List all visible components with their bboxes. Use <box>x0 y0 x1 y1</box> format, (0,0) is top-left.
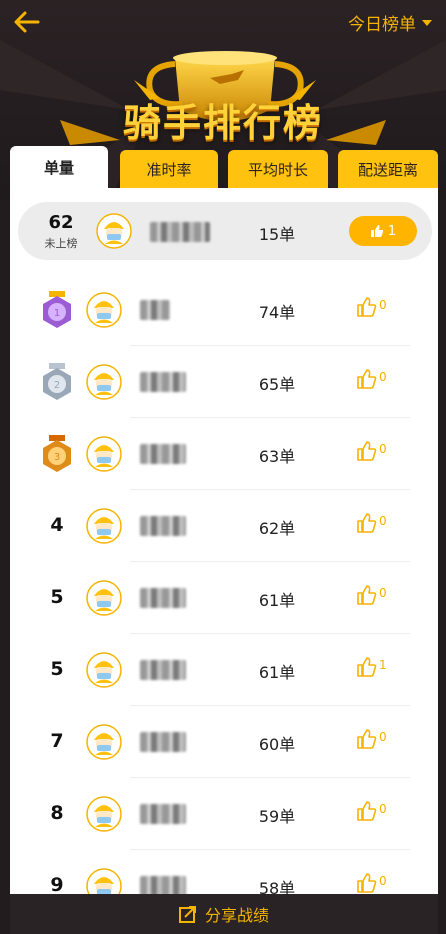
rank-row: 1 74单 0 <box>10 274 438 346</box>
like-count: 0 <box>379 802 387 816</box>
like-count: 0 <box>379 370 387 384</box>
thumbs-up-icon <box>357 297 377 317</box>
rider-name-redacted <box>150 222 210 242</box>
my-rank-row: 62 未上榜 15单 1 <box>18 202 432 260</box>
thumbs-up-icon <box>357 801 377 821</box>
rank-row: 8 59单 0 <box>10 778 438 850</box>
thumbs-up-icon <box>357 369 377 389</box>
medal-icon: 2 <box>43 363 71 400</box>
my-rank-status: 未上榜 <box>44 237 78 250</box>
order-count: 63单 <box>258 447 296 466</box>
order-count: 59单 <box>258 807 296 826</box>
order-count: 74单 <box>258 303 296 322</box>
avatar <box>86 724 122 760</box>
my-order-count: 15单 <box>258 225 296 244</box>
rank-row: 7 60单 0 <box>10 706 438 778</box>
rank-row: 4 62单 0 <box>10 490 438 562</box>
avatar <box>86 796 122 832</box>
back-arrow-icon[interactable] <box>12 8 42 36</box>
like-button[interactable]: 0 <box>356 368 387 390</box>
like-button[interactable]: 0 <box>356 296 387 318</box>
rider-name-redacted <box>140 516 186 536</box>
avatar <box>86 580 122 616</box>
rider-name-redacted <box>140 804 186 824</box>
like-button[interactable]: 0 <box>356 728 387 750</box>
rank-row: 5 61单 1 <box>10 634 438 706</box>
rider-name-redacted <box>140 372 186 392</box>
like-button[interactable]: 1 <box>349 216 417 246</box>
period-label: 今日榜单 <box>348 15 416 35</box>
tab-average-duration[interactable]: 平均时长 <box>228 150 328 188</box>
like-count: 0 <box>379 586 387 600</box>
order-count: 62单 <box>258 519 296 538</box>
avatar <box>96 213 132 249</box>
period-selector[interactable]: 今日榜单 <box>348 10 432 35</box>
like-count: 0 <box>379 298 387 312</box>
medal-icon: 1 <box>43 291 71 328</box>
rank-number: 5 <box>50 586 64 608</box>
thumbs-up-icon <box>357 441 377 461</box>
like-count: 0 <box>379 874 387 888</box>
rank-number: 7 <box>50 730 64 752</box>
rank-number: 9 <box>50 874 64 896</box>
tab-delivery-distance[interactable]: 配送距离 <box>338 150 438 188</box>
thumbs-up-icon <box>357 729 377 749</box>
rank-number: 8 <box>50 802 64 824</box>
thumbs-up-icon <box>370 225 384 237</box>
share-icon <box>178 906 196 923</box>
share-button[interactable]: 分享战绩 <box>10 894 438 934</box>
page-title: 骑手排行榜 <box>122 100 323 145</box>
avatar <box>86 508 122 544</box>
share-label: 分享战绩 <box>204 906 269 925</box>
avatar <box>86 436 122 472</box>
like-button[interactable]: 0 <box>356 872 387 894</box>
like-button[interactable]: 0 <box>356 440 387 462</box>
rider-name-redacted <box>140 444 186 464</box>
medal-rank-number: 1 <box>54 308 60 319</box>
avatar <box>86 364 122 400</box>
medal-rank-number: 3 <box>54 452 60 463</box>
rider-name-redacted <box>140 732 186 752</box>
thumbs-up-icon <box>357 873 377 893</box>
rank-row: 2 65单 0 <box>10 346 438 418</box>
chevron-down-icon <box>422 19 432 26</box>
rider-name-redacted <box>140 588 186 608</box>
rank-row: 5 61单 0 <box>10 562 438 634</box>
like-button[interactable]: 1 <box>356 656 387 678</box>
like-button[interactable]: 0 <box>356 584 387 606</box>
thumbs-up-icon <box>357 585 377 605</box>
my-rank-number: 62 <box>48 212 74 233</box>
ranking-list: 62 未上榜 15单 1 1 74单 0 2 65单 0 3 63单 0 4 6… <box>10 188 438 934</box>
like-count: 0 <box>379 442 387 456</box>
like-count: 0 <box>379 514 387 528</box>
rider-name-redacted <box>140 876 186 896</box>
rank-number: 4 <box>50 514 64 536</box>
order-count: 61单 <box>258 663 296 682</box>
order-count: 61单 <box>258 591 296 610</box>
tab-bar: 单量 准时率 平均时长 配送距离 <box>10 146 438 188</box>
order-count: 60单 <box>258 735 296 754</box>
avatar <box>86 292 122 328</box>
tab-on-time-rate[interactable]: 准时率 <box>120 150 218 188</box>
like-button[interactable]: 0 <box>356 800 387 822</box>
avatar <box>86 652 122 688</box>
my-like-count: 1 <box>387 223 397 239</box>
medal-rank-number: 2 <box>54 380 60 391</box>
rider-name-redacted <box>140 300 170 320</box>
tab-order-count[interactable]: 单量 <box>10 146 108 188</box>
rank-row: 3 63单 0 <box>10 418 438 490</box>
like-count: 0 <box>379 730 387 744</box>
medal-icon: 3 <box>43 435 71 472</box>
order-count: 65单 <box>258 375 296 394</box>
rank-number: 5 <box>50 658 64 680</box>
like-button[interactable]: 0 <box>356 512 387 534</box>
thumbs-up-icon <box>357 513 377 533</box>
like-count: 1 <box>379 658 387 672</box>
thumbs-up-icon <box>357 657 377 677</box>
rider-name-redacted <box>140 660 186 680</box>
